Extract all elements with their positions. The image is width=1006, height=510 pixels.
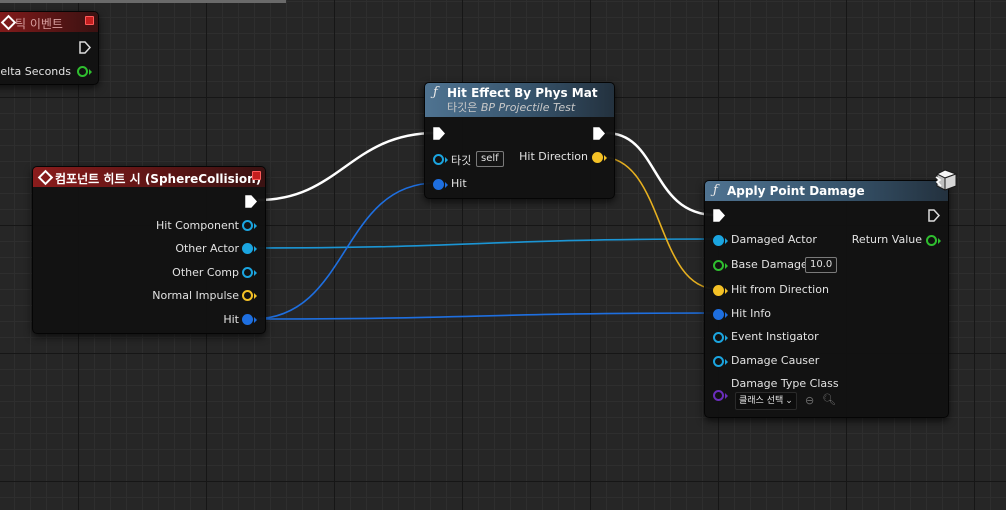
- other-comp-label: Other Comp: [172, 266, 239, 279]
- component-hit-event-title: 컴포넌트 히트 시 (SphereCollision): [55, 172, 262, 186]
- exec-wire-event-to-hit-effect[interactable]: [257, 131, 437, 202]
- base-damage-input[interactable]: 10.0: [805, 257, 838, 273]
- browse-search-icon[interactable]: 🔍︎: [822, 393, 836, 406]
- damaged-actor-pin[interactable]: [713, 235, 728, 246]
- hit-from-direction-label: Hit from Direction: [731, 283, 829, 296]
- hit-pin[interactable]: [242, 314, 257, 325]
- hit-component-label: Hit Component: [156, 219, 239, 232]
- component-hit-event-header[interactable]: 컴포넌트 히트 시 (SphereCollision): [33, 167, 265, 187]
- tick-event-node[interactable]: 틱 이벤트 Delta Seconds: [0, 11, 99, 85]
- vector-wire-hit-direction-to-hit-from-direction[interactable]: [600, 156, 718, 290]
- hit-effect-header[interactable]: ƒ Hit Effect By Phys Mat 타깃은 BP Projecti…: [425, 83, 614, 117]
- event-instigator-pin[interactable]: [713, 332, 728, 343]
- hit-from-direction-pin[interactable]: [713, 285, 728, 296]
- apply-point-damage-node[interactable]: ƒ Apply Point Damage Damaged Actor Retur…: [704, 180, 949, 418]
- tick-exec-output-pin[interactable]: [79, 41, 91, 54]
- event-stop-icon: [85, 16, 94, 25]
- hit-direction-label: Hit Direction: [519, 150, 588, 163]
- hit-direction-pin[interactable]: [592, 152, 607, 163]
- hit-effect-subtitle: 타깃은 BP Projectile Test: [447, 101, 576, 114]
- function-icon: ƒ: [433, 85, 438, 100]
- normal-impulse-label: Normal Impulse: [152, 289, 239, 302]
- tick-event-title: 틱 이벤트: [15, 17, 63, 31]
- struct-wire-hit-to-hit-effect[interactable]: [252, 182, 437, 320]
- return-value-label: Return Value: [851, 233, 922, 246]
- other-actor-pin[interactable]: [242, 243, 257, 254]
- event-diamond-icon: [0, 14, 17, 31]
- damage-causer-label: Damage Causer: [731, 354, 820, 367]
- hit-event-exec-output-pin[interactable]: [245, 195, 257, 208]
- class-select-dropdown[interactable]: 클래스 선택 ⌄: [735, 392, 797, 410]
- hit-effect-exec-input-pin[interactable]: [433, 127, 445, 140]
- delta-seconds-pin[interactable]: [77, 66, 92, 77]
- event-diamond-icon: [37, 169, 54, 186]
- return-value-pin[interactable]: [926, 235, 941, 246]
- damaged-actor-label: Damaged Actor: [731, 233, 817, 246]
- other-comp-pin[interactable]: [242, 267, 257, 278]
- other-actor-label: Other Actor: [175, 242, 239, 255]
- hit-info-pin[interactable]: [713, 309, 728, 320]
- apply-point-damage-title: Apply Point Damage: [727, 184, 865, 198]
- canvas-scrollbar[interactable]: [0, 0, 286, 3]
- use-selected-asset-icon[interactable]: ⊖: [805, 394, 814, 407]
- hit-effect-by-phys-mat-node[interactable]: ƒ Hit Effect By Phys Mat 타깃은 BP Projecti…: [424, 82, 615, 199]
- base-damage-label: Base Damage: [731, 258, 808, 271]
- damage-causer-pin[interactable]: [713, 356, 728, 367]
- base-damage-pin[interactable]: [713, 260, 728, 271]
- hit-input-pin[interactable]: [433, 179, 448, 190]
- struct-wire-hit-to-hit-info[interactable]: [252, 312, 718, 320]
- hit-label: Hit: [223, 313, 239, 326]
- hit-component-pin[interactable]: [242, 220, 257, 231]
- normal-impulse-pin[interactable]: [242, 290, 257, 301]
- object-wire-other-actor-to-damaged-actor[interactable]: [252, 238, 718, 249]
- component-hit-event-node[interactable]: 컴포넌트 히트 시 (SphereCollision) Hit Componen…: [32, 166, 266, 334]
- tick-event-header[interactable]: 틱 이벤트: [0, 12, 98, 32]
- event-instigator-label: Event Instigator: [731, 330, 819, 343]
- delta-seconds-label: Delta Seconds: [0, 65, 71, 78]
- function-icon: ƒ: [713, 183, 718, 198]
- exec-wire-hit-effect-to-apply-damage[interactable]: [605, 131, 717, 217]
- hit-info-label: Hit Info: [731, 307, 771, 320]
- event-stop-icon: [252, 171, 261, 180]
- target-label: 타깃: [451, 154, 472, 167]
- chevron-down-icon: ⌄: [785, 396, 793, 406]
- target-pin[interactable]: [433, 154, 448, 165]
- hit-effect-title: Hit Effect By Phys Mat: [447, 86, 598, 100]
- hit-effect-exec-output-pin[interactable]: [593, 127, 605, 140]
- damage-type-class-pin[interactable]: [713, 390, 728, 401]
- apply-damage-exec-output-pin[interactable]: [928, 209, 940, 222]
- apply-damage-exec-input-pin[interactable]: [713, 209, 725, 222]
- damage-type-class-label: Damage Type Class: [731, 377, 839, 390]
- engine-library-cube-icon: [935, 169, 958, 191]
- apply-point-damage-header[interactable]: ƒ Apply Point Damage: [705, 181, 948, 201]
- hit-input-label: Hit: [451, 177, 467, 190]
- target-self-value[interactable]: self: [476, 151, 504, 167]
